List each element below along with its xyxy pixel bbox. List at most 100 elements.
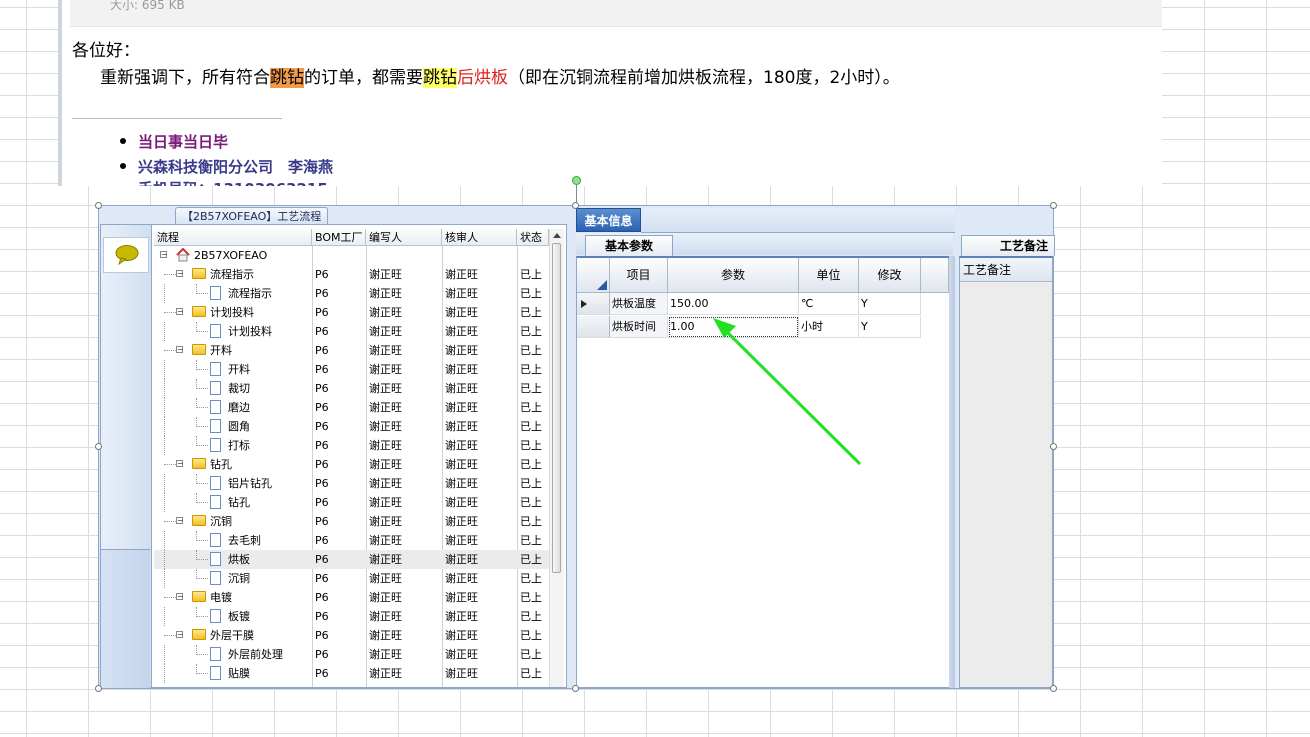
cell-reviewer: 谢正旺 bbox=[445, 477, 478, 490]
tree-row[interactable]: 流程指示 P6 谢正旺 谢正旺 已上 bbox=[154, 284, 549, 303]
attachment-bar: 大小: 695 KB bbox=[70, 0, 1162, 27]
tree-row[interactable]: 开料 P6 谢正旺 谢正旺 已上 bbox=[154, 360, 549, 379]
param-value[interactable]: 150.00 bbox=[668, 293, 799, 315]
tree-row[interactable]: 圆角 P6 谢正旺 谢正旺 已上 bbox=[154, 417, 549, 436]
cell-status: 已上 bbox=[520, 268, 542, 281]
param-column-header[interactable]: 项目 bbox=[610, 258, 668, 293]
param-row[interactable]: 烘板时间 1.00 小时 Y bbox=[577, 316, 921, 338]
param-column-header[interactable]: 参数 bbox=[668, 258, 799, 293]
tree-line bbox=[164, 464, 176, 465]
vertical-scrollbar[interactable] bbox=[549, 229, 564, 687]
collapse-icon[interactable]: − bbox=[176, 346, 184, 354]
scroll-thumb[interactable] bbox=[552, 243, 561, 573]
resize-handle[interactable] bbox=[572, 685, 579, 692]
signature-divider bbox=[72, 118, 282, 119]
tree-row[interactable]: 钻孔 P6 谢正旺 谢正旺 已上 bbox=[154, 493, 549, 512]
column-header[interactable]: 编写人 bbox=[366, 229, 442, 246]
tree-row[interactable]: − 电镀 P6 谢正旺 谢正旺 已上 bbox=[154, 588, 549, 607]
process-flow-body: 流程 BOM工厂 编写人 核审人 状态 −2B57XOFEAO − 流程指示 P6 谢正旺 谢正旺已… bbox=[100, 224, 567, 688]
resize-handle[interactable] bbox=[1050, 685, 1057, 692]
tree-row[interactable]: − 钻孔 P6 谢正旺 谢正旺 已上 bbox=[154, 455, 549, 474]
tree-node-label: 流程指示 bbox=[228, 287, 272, 300]
tree-row[interactable]: − 2B57XOFEAO bbox=[154, 246, 549, 265]
remark-label: 工艺备注 bbox=[960, 258, 1052, 282]
tree-line bbox=[196, 673, 208, 674]
side-toolbar-lower bbox=[101, 549, 150, 688]
column-header[interactable]: 流程 bbox=[154, 229, 312, 246]
cell-bom: P6 bbox=[315, 325, 329, 338]
resize-handle[interactable] bbox=[572, 202, 579, 209]
greeting: 各位好： bbox=[72, 41, 140, 61]
cell-status: 已上 bbox=[520, 648, 542, 661]
collapse-icon[interactable]: − bbox=[160, 251, 168, 259]
param-column-header[interactable]: 修改 bbox=[859, 258, 921, 293]
panel-splitter[interactable] bbox=[949, 256, 955, 688]
cell-status: 已上 bbox=[520, 382, 542, 395]
tree-node-label: 沉铜 bbox=[210, 515, 232, 528]
tree-row[interactable]: 贴膜 P6 谢正旺 谢正旺 已上 bbox=[154, 664, 549, 683]
tree-row[interactable]: − 沉铜 P6 谢正旺 谢正旺 已上 bbox=[154, 512, 549, 531]
param-column-header[interactable]: 单位 bbox=[799, 258, 859, 293]
tab-basic-info[interactable]: 基本信息 bbox=[576, 208, 641, 232]
collapse-icon[interactable]: − bbox=[176, 593, 184, 601]
tree-line bbox=[164, 284, 165, 303]
tree-row[interactable]: 裁切 P6 谢正旺 谢正旺 已上 bbox=[154, 379, 549, 398]
tree-row[interactable]: 外层前处理 P6 谢正旺 谢正旺 已上 bbox=[154, 645, 549, 664]
cell-reviewer: 谢正旺 bbox=[445, 382, 478, 395]
signature-line: 当日事当日毕 bbox=[119, 133, 229, 151]
process-flow-title[interactable]: 【2B57XOFEAO】工艺流程 bbox=[175, 207, 329, 225]
comment-button[interactable] bbox=[103, 237, 149, 273]
tree-row[interactable]: 计划投料 P6 谢正旺 谢正旺 已上 bbox=[154, 322, 549, 341]
resize-handle[interactable] bbox=[95, 685, 102, 692]
tree-cell: 磨边 bbox=[154, 398, 312, 417]
column-header[interactable]: BOM工厂 bbox=[312, 229, 366, 246]
resize-handle[interactable] bbox=[1050, 202, 1057, 209]
row-selector[interactable] bbox=[577, 316, 610, 338]
param-row[interactable]: 烘板温度 150.00 ℃ Y bbox=[577, 293, 921, 315]
resize-handle[interactable] bbox=[95, 202, 102, 209]
tree-row[interactable]: − 开料 P6 谢正旺 谢正旺 已上 bbox=[154, 341, 549, 360]
tree-row[interactable]: 去毛刺 P6 谢正旺 谢正旺 已上 bbox=[154, 531, 549, 550]
tree-row[interactable]: 铝片钻孔 P6 谢正旺 谢正旺 已上 bbox=[154, 474, 549, 493]
app-window: 【2B57XOFEAO】工艺流程 流程 BOM工厂 编写人 核审人 状态 − 2B57XOF… bbox=[98, 205, 1055, 689]
tree-row[interactable]: − 流程指示 P6 谢正旺 谢正旺 已上 bbox=[154, 265, 549, 284]
row-selector[interactable] bbox=[577, 293, 610, 315]
cell-reviewer: 谢正旺 bbox=[445, 629, 478, 642]
tree-row[interactable]: 板镀 P6 谢正旺 谢正旺 已上 bbox=[154, 607, 549, 626]
rotate-handle[interactable] bbox=[572, 176, 581, 185]
cell-writer: 谢正旺 bbox=[369, 401, 402, 414]
resize-handle[interactable] bbox=[95, 443, 102, 450]
cell-status: 已上 bbox=[520, 363, 542, 376]
tree-line bbox=[164, 350, 176, 351]
collapse-icon[interactable]: − bbox=[176, 308, 184, 316]
document-icon bbox=[210, 419, 221, 433]
collapse-icon[interactable]: − bbox=[176, 517, 184, 525]
tree-row[interactable]: 烘板 P6 谢正旺 谢正旺 已上 bbox=[154, 550, 549, 569]
cell-status: 已上 bbox=[520, 344, 542, 357]
tree-row[interactable]: 打标 P6 谢正旺 谢正旺 已上 bbox=[154, 436, 549, 455]
tree-node-label: 2B57XOFEAO bbox=[194, 249, 268, 262]
tree-line bbox=[164, 569, 165, 588]
collapse-icon[interactable]: − bbox=[176, 270, 184, 278]
collapse-icon[interactable]: − bbox=[176, 460, 184, 468]
scroll-up-icon[interactable] bbox=[553, 233, 561, 238]
param-item: 烘板温度 bbox=[610, 293, 668, 315]
tree-cell: 流程指示 bbox=[154, 284, 312, 303]
tab-process-remark[interactable]: 工艺备注 bbox=[961, 235, 1055, 256]
remark-body: 工艺备注 bbox=[959, 256, 1053, 688]
message-paragraph: 重新强调下，所有符合跳钻的订单，都需要跳钻后烘板（即在沉铜流程前增加烘板流程，1… bbox=[100, 63, 900, 88]
tree-line bbox=[196, 426, 208, 427]
collapse-icon[interactable]: − bbox=[176, 631, 184, 639]
body-suffix: （即在沉铜流程前增加烘板流程，180度，2小时）。 bbox=[508, 68, 900, 88]
tree-row[interactable]: − 外层干膜 P6 谢正旺 谢正旺 已上 bbox=[154, 626, 549, 645]
column-header[interactable]: 核审人 bbox=[442, 229, 517, 246]
tree-row[interactable]: − 计划投料 P6 谢正旺 谢正旺 已上 bbox=[154, 303, 549, 322]
resize-handle[interactable] bbox=[1050, 443, 1057, 450]
cell-bom: P6 bbox=[315, 477, 329, 490]
tree-row[interactable]: 沉铜 P6 谢正旺 谢正旺 已上 bbox=[154, 569, 549, 588]
tree-row[interactable]: 磨边 P6 谢正旺 谢正旺 已上 bbox=[154, 398, 549, 417]
param-value[interactable]: 1.00 bbox=[668, 316, 799, 338]
tab-basic-params[interactable]: 基本参数 bbox=[585, 235, 673, 256]
cell-bom: P6 bbox=[315, 496, 329, 509]
column-header[interactable]: 状态 bbox=[517, 229, 549, 246]
